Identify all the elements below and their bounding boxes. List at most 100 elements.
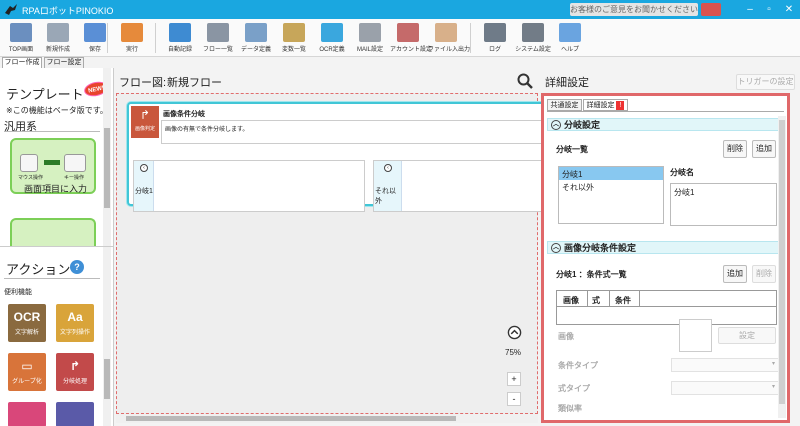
data-definition-icon [245, 23, 267, 42]
toolbar-button-help[interactable]: ヘルプ [552, 21, 588, 55]
tab-underline [547, 111, 784, 112]
branch-list-item-1[interactable]: 分岐1 [559, 167, 663, 180]
toolbar-button-file-io[interactable]: ファイル入出力 [428, 21, 471, 55]
toolbar-separator [470, 23, 471, 53]
toolbar-button-log[interactable]: ログ [477, 21, 513, 55]
trigger-settings-button[interactable]: トリガーの設定 [736, 74, 795, 90]
condition-table[interactable]: 画像 式 条件 [556, 290, 777, 325]
branch-column-2[interactable]: ‹ それ以外 [373, 160, 559, 212]
action-scrollbar[interactable] [103, 247, 111, 426]
toolbar-separator [107, 23, 108, 53]
toolbar-button-account-settings[interactable]: アカウント設定 [390, 21, 433, 55]
action-scroll-thumb[interactable] [104, 359, 110, 399]
minimize-button[interactable]: – [740, 2, 760, 17]
left-tabs: フロー作成 フロー設定 [0, 57, 114, 68]
node-icon: ↱ 画像判定 [131, 106, 159, 138]
toolbar-label: アカウント設定 [390, 47, 433, 53]
image-condition-title: 画像分岐条件設定 [564, 243, 637, 253]
branch-settings-header[interactable]: ︿ 分岐設定 [547, 118, 784, 131]
condition-type-chevron-icon: ▾ [771, 361, 775, 367]
ocr-definition-icon [321, 23, 343, 42]
app-title: RPAロボットPINOKIO [22, 6, 114, 16]
action-title: アクション [6, 262, 71, 277]
arrow-right-icon [44, 160, 60, 165]
image-setting-button[interactable]: 設定 [718, 327, 776, 344]
detail-scrollbar[interactable] [778, 116, 786, 418]
toolbar-button-new-flow[interactable]: 新規作成 [40, 21, 76, 55]
expression-type-select[interactable]: ▾ [671, 381, 779, 395]
node-icon-caption: 画像判定 [134, 126, 155, 132]
keyboard-icon [64, 154, 86, 172]
image-condition-header[interactable]: ︿ 画像分岐条件設定 [547, 241, 784, 254]
action-tile-loop[interactable] [8, 402, 46, 426]
mail-settings-icon [359, 23, 381, 42]
toolbar-button-auto-record[interactable]: 自動記録 [162, 21, 198, 55]
action-tile-branch[interactable]: ↱ 分岐処理 [56, 353, 94, 391]
toolbar-label: ファイル入出力 [428, 47, 471, 53]
col-sep-1 [587, 291, 588, 307]
help-icon [559, 23, 581, 42]
condition-add-button[interactable]: 追加 [723, 265, 747, 283]
toolbar-button-ocr-definition[interactable]: OCR定義 [314, 21, 350, 55]
flow-node-image-branch[interactable]: ↱ 画像判定 画像条件分岐 画像の有無で条件分岐します。 ‹ 分岐1 ‹ それ以… [127, 102, 559, 212]
template-scrollbar[interactable] [103, 68, 111, 246]
search-icon[interactable] [517, 73, 533, 89]
condition-delete-button[interactable]: 削除 [752, 265, 776, 283]
branch-list-item-2[interactable]: それ以外 [559, 180, 663, 193]
branch-2-chevron-icon[interactable]: ‹ [384, 164, 392, 172]
branch-icon: ↱ [69, 359, 81, 373]
feedback-icon[interactable] [701, 3, 721, 16]
help-badge[interactable]: ? [70, 260, 84, 274]
branch-1-chevron-icon[interactable]: ‹ [140, 164, 148, 172]
tab-common-settings[interactable]: 共通設定 [547, 99, 582, 111]
toolbar-button-run[interactable]: 実行 [114, 21, 150, 55]
detail-scroll-thumb[interactable] [779, 120, 785, 404]
toolbar-label: 新規作成 [45, 47, 70, 53]
group-icon: ▭ [21, 359, 33, 373]
col-sep-2 [609, 291, 610, 307]
toolbar-button-mail-settings[interactable]: MAIL設定 [352, 21, 388, 55]
ocr-icon: OCR [13, 310, 41, 324]
action-category: 便利機能 [4, 289, 32, 296]
maximize-button[interactable]: ▫ [759, 2, 779, 17]
branch-add-button[interactable]: 追加 [752, 140, 776, 158]
canvas-hscrollbar[interactable] [116, 414, 538, 423]
branch-name-field[interactable]: 分岐1 [670, 183, 777, 226]
action-tile-window[interactable] [56, 402, 94, 426]
toolbar-button-data-definition[interactable]: データ定義 [238, 21, 274, 55]
condition-list-label: 分岐1 ：条件式一覧 [556, 270, 627, 279]
close-button[interactable]: ✕ [779, 2, 799, 17]
action-tile-text[interactable]: Aa 文字列操作 [56, 304, 94, 342]
condition-table-header: 画像 式 条件 [557, 291, 776, 307]
zoom-in-button[interactable]: + [507, 372, 521, 386]
action-tile-group[interactable]: ▭ グループ化 [8, 353, 46, 391]
template-scroll-thumb[interactable] [104, 128, 110, 208]
condition-type-select[interactable]: ▾ [671, 358, 779, 372]
branch-column-1[interactable]: ‹ 分岐1 [133, 160, 365, 212]
canvas-hscroll-thumb[interactable] [126, 416, 456, 421]
toolbar-button-top-screen[interactable]: TOP画面 [3, 21, 39, 55]
toolbar-button-flow-list[interactable]: フロー一覧 [200, 21, 236, 55]
system-settings-icon [522, 23, 544, 42]
tab-detail-settings[interactable]: 詳細設定 ! [583, 99, 628, 111]
toolbar-button-variable-list[interactable]: 変数一覧 [276, 21, 312, 55]
toolbar-label: データ定義 [240, 47, 271, 53]
tab-flow-create[interactable]: フロー作成 [2, 57, 42, 68]
detail-title: 詳細設定 [545, 77, 589, 89]
zoom-out-button[interactable]: - [507, 392, 521, 406]
toolbar-label: TOP画面 [8, 47, 34, 53]
feedback-link[interactable]: お客様のご意見をお聞かせください [570, 3, 698, 16]
action-tile-ocr[interactable]: OCR 文字解析 [8, 304, 46, 342]
template-card-screen-input[interactable]: マウス操作 キー操作 画面項目に入力 [10, 138, 96, 194]
branch-list[interactable]: 分岐1 それ以外 [558, 166, 664, 224]
image-preview-box[interactable] [679, 319, 712, 352]
tab-flow-settings[interactable]: フロー設定 [44, 57, 84, 68]
zoom-toggle-icon[interactable] [507, 325, 522, 340]
condition-type-label: 条件タイプ [558, 361, 598, 370]
template-card-2[interactable] [10, 218, 96, 246]
branch-2-label: それ以外 [375, 188, 396, 205]
branch-delete-button[interactable]: 削除 [723, 140, 747, 158]
toolbar-label: ヘルプ [560, 47, 579, 53]
toolbar-button-system-settings[interactable]: システム設定 [515, 21, 551, 55]
flow-canvas[interactable]: ↱ 画像判定 画像条件分岐 画像の有無で条件分岐します。 ‹ 分岐1 ‹ それ以… [116, 93, 559, 414]
